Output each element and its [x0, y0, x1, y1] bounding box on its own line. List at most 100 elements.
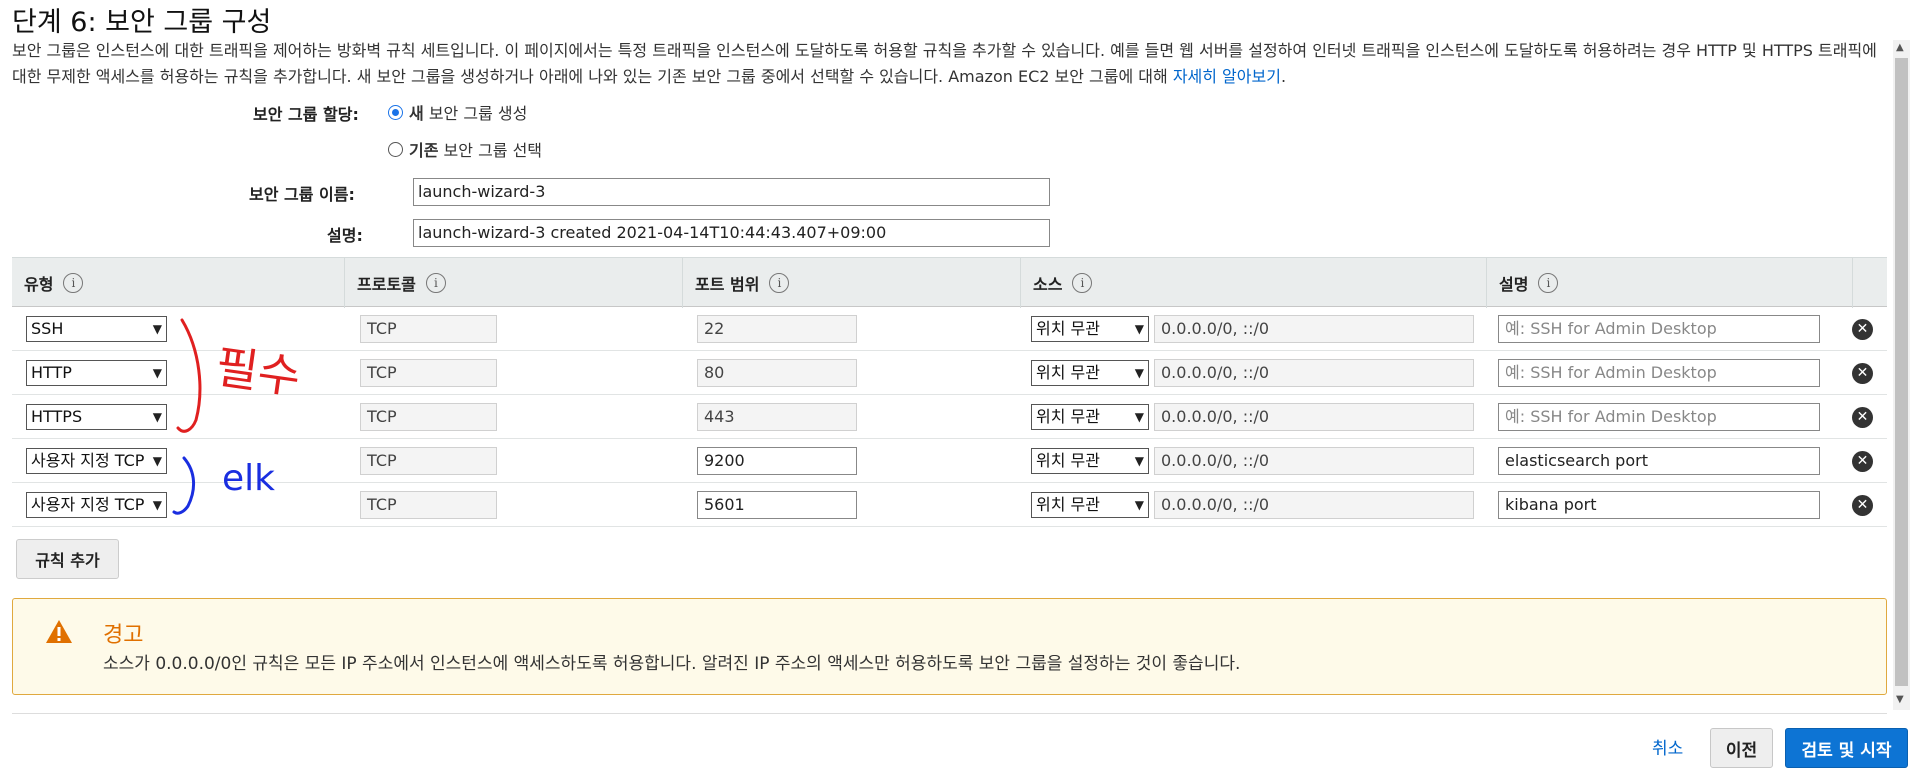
warning-triangle-icon	[46, 620, 72, 643]
rule-description-input[interactable]: 예: SSH for Admin Desktop	[1498, 403, 1820, 431]
source-select[interactable]: 위치 무관 ▼	[1031, 404, 1149, 430]
type-select[interactable]: 사용자 지정 TCP ▼	[26, 448, 167, 474]
source-mode-value: 위치 무관	[1036, 363, 1100, 382]
col-type-label: 유형	[24, 275, 54, 294]
type-select[interactable]: SSH ▼	[26, 316, 167, 342]
chevron-down-icon: ▼	[152, 454, 162, 468]
intro-body: 보안 그룹은 인스턴스에 대한 트래픽을 제어하는 방화벽 규칙 세트입니다. …	[12, 41, 1877, 86]
col-desc-label: 설명	[1499, 275, 1529, 294]
protocol-field: TCP	[360, 403, 497, 431]
source-mode-value: 위치 무관	[1036, 495, 1100, 514]
source-cidr-field: 0.0.0.0/0, ::/0	[1154, 447, 1474, 475]
chevron-down-icon: ▼	[152, 322, 162, 336]
chevron-down-icon: ▼	[1134, 454, 1144, 468]
blue-bracket	[172, 456, 195, 515]
warning-title: 경고	[103, 623, 144, 648]
rule-description-input[interactable]: kibana port	[1498, 491, 1820, 519]
rule-description-input[interactable]: 예: SSH for Admin Desktop	[1498, 315, 1820, 343]
col-source-label: 소스	[1033, 275, 1063, 294]
port-input[interactable]: 9200	[697, 447, 857, 475]
warning-box: 경고 소스가 0.0.0.0/0인 규칙은 모든 IP 주소에서 인스턴스에 액…	[12, 598, 1887, 695]
chevron-down-icon: ▼	[152, 366, 162, 380]
source-cidr-field: 0.0.0.0/0, ::/0	[1154, 359, 1474, 387]
delete-rule-icon[interactable]: ✕	[1852, 407, 1873, 428]
type-value: 사용자 지정 TCP	[31, 451, 145, 470]
cancel-link[interactable]: 취소	[1652, 734, 1683, 759]
col-protocol-label: 프로토콜	[357, 275, 416, 294]
radio-existing-indicator[interactable]	[388, 141, 403, 157]
delete-rule-icon[interactable]: ✕	[1852, 451, 1873, 472]
col-port-label: 포트 범위	[695, 275, 760, 294]
rule-description-input[interactable]: elasticsearch port	[1498, 447, 1820, 475]
source-select[interactable]: 위치 무관 ▼	[1031, 492, 1149, 518]
radio-existing-group[interactable]: 기존 보안 그룹 선택	[388, 137, 542, 161]
chevron-down-icon: ▼	[1134, 366, 1144, 380]
description-input[interactable]: launch-wizard-3 created 2021-04-14T10:44…	[413, 219, 1050, 247]
source-cidr-field: 0.0.0.0/0, ::/0	[1154, 403, 1474, 431]
scroll-up-icon[interactable]: ▲	[1896, 42, 1904, 53]
info-icon[interactable]: i	[769, 273, 790, 293]
source-mode-value: 위치 무관	[1036, 407, 1100, 426]
intro-suffix: .	[1280, 67, 1287, 86]
rule-description-input[interactable]: 예: SSH for Admin Desktop	[1498, 359, 1820, 387]
chevron-down-icon: ▼	[152, 410, 162, 424]
intro-text: 보안 그룹은 인스턴스에 대한 트래픽을 제어하는 방화벽 규칙 세트입니다. …	[12, 38, 1887, 90]
chevron-down-icon: ▼	[1134, 498, 1144, 512]
assignment-label: 보안 그룹 할당:	[253, 105, 359, 124]
scrollbar[interactable]: ▲ ▼	[1893, 40, 1910, 710]
page-title: 단계 6: 보안 그룹 구성	[12, 7, 272, 38]
radio-new-indicator[interactable]	[388, 104, 403, 120]
add-rule-button[interactable]: 규칙 추가	[16, 539, 119, 579]
type-select[interactable]: 사용자 지정 TCP ▼	[26, 492, 167, 518]
scrollbar-thumb[interactable]	[1895, 58, 1908, 686]
scroll-down-icon[interactable]: ▼	[1896, 694, 1904, 705]
source-mode-value: 위치 무관	[1036, 319, 1100, 338]
col-source: 소스 i	[1021, 258, 1487, 308]
group-name-input[interactable]: launch-wizard-3	[413, 178, 1050, 206]
source-select[interactable]: 위치 무관 ▼	[1031, 448, 1149, 474]
annotation-elk: elk	[222, 458, 275, 499]
type-value: HTTP	[31, 363, 72, 382]
protocol-field: TCP	[360, 315, 497, 343]
col-port: 포트 범위 i	[683, 258, 1021, 308]
source-cidr-field: 0.0.0.0/0, ::/0	[1154, 491, 1474, 519]
type-select[interactable]: HTTP ▼	[26, 360, 167, 386]
col-description: 설명 i	[1487, 258, 1853, 308]
info-icon[interactable]: i	[1538, 273, 1559, 293]
type-select[interactable]: HTTPS ▼	[26, 404, 167, 430]
protocol-field: TCP	[360, 491, 497, 519]
chevron-down-icon: ▼	[152, 498, 162, 512]
info-icon[interactable]: i	[425, 273, 446, 293]
delete-rule-icon[interactable]: ✕	[1852, 319, 1873, 340]
source-mode-value: 위치 무관	[1036, 451, 1100, 470]
source-select[interactable]: 위치 무관 ▼	[1031, 316, 1149, 342]
description-label: 설명:	[327, 226, 363, 245]
radio-new-bold: 새	[409, 104, 424, 123]
protocol-field: TCP	[360, 359, 497, 387]
port-field: 22	[697, 315, 857, 343]
warning-text: 소스가 0.0.0.0/0인 규칙은 모든 IP 주소에서 인스턴스에 액세스하…	[103, 654, 1241, 674]
source-select[interactable]: 위치 무관 ▼	[1031, 360, 1149, 386]
red-bracket	[176, 318, 202, 433]
group-name-label: 보안 그룹 이름:	[249, 185, 355, 204]
handwritten-annotations: 필수 elk	[172, 318, 304, 515]
review-and-launch-button[interactable]: 검토 및 시작	[1785, 728, 1908, 768]
footer-divider	[12, 713, 1887, 714]
radio-existing-text: 보안 그룹 선택	[438, 141, 543, 160]
source-cidr-field: 0.0.0.0/0, ::/0	[1154, 315, 1474, 343]
delete-rule-icon[interactable]: ✕	[1852, 363, 1873, 384]
annotation-required: 필수	[212, 339, 303, 404]
info-icon[interactable]: i	[63, 273, 84, 293]
previous-button[interactable]: 이전	[1710, 728, 1773, 768]
radio-existing-bold: 기존	[409, 141, 439, 160]
rules-table-header: 유형 i 프로토콜 i 포트 범위 i 소스 i 설명 i	[12, 257, 1887, 308]
chevron-down-icon: ▼	[1134, 322, 1144, 336]
delete-rule-icon[interactable]: ✕	[1852, 495, 1873, 516]
info-icon[interactable]: i	[1072, 273, 1093, 293]
learn-more-link[interactable]: 자세히 알아보기	[1173, 67, 1281, 86]
type-value: SSH	[31, 319, 64, 338]
type-value: HTTPS	[31, 407, 83, 426]
port-input[interactable]: 5601	[697, 491, 857, 519]
port-field: 443	[697, 403, 857, 431]
radio-new-group[interactable]: 새 보안 그룹 생성	[388, 100, 527, 124]
